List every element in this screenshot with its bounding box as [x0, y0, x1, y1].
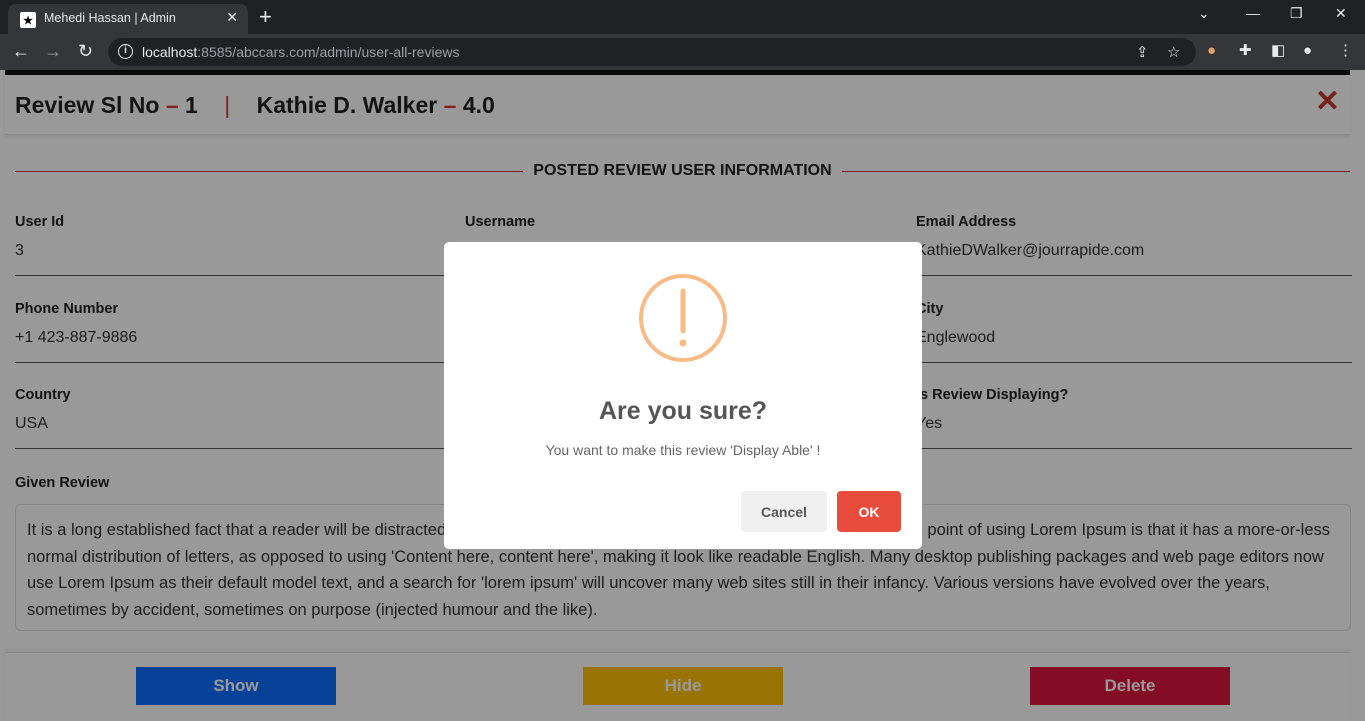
window-close-button[interactable]: ✕: [1335, 5, 1347, 22]
browser-tab[interactable]: ★ Mehedi Hassan | Admin ✕: [8, 4, 248, 34]
new-tab-button[interactable]: +: [259, 4, 272, 30]
tab-title: Mehedi Hassan | Admin: [44, 11, 176, 25]
minimize-button[interactable]: —: [1246, 5, 1260, 21]
forward-icon[interactable]: →: [44, 41, 62, 61]
ok-button[interactable]: OK: [837, 491, 901, 532]
dialog-title: Are you sure?: [598, 397, 768, 425]
warning-icon: [639, 274, 727, 362]
dialog-message: You want to make this review 'Display Ab…: [545, 442, 821, 458]
url-text[interactable]: localhost:8585/abccars.com/admin/user-al…: [142, 44, 459, 60]
restore-button[interactable]: ❐: [1290, 5, 1303, 22]
reload-icon[interactable]: ↻: [78, 41, 93, 61]
share-icon[interactable]: ⇪: [1136, 43, 1149, 61]
profile-icon[interactable]: ●: [1303, 42, 1312, 60]
address-bar[interactable]: i localhost:8585/abccars.com/admin/user-…: [108, 38, 1196, 66]
side-panel-icon[interactable]: ◧: [1271, 42, 1285, 60]
browser-menu-icon[interactable]: ⋮: [1338, 42, 1353, 60]
page-viewport: Review Sl No – 1 | Kathie D. Walker – 4.…: [0, 70, 1365, 721]
back-icon[interactable]: ←: [12, 41, 30, 61]
browser-tab-bar: ★ Mehedi Hassan | Admin ✕ + ⌄ — ❐ ✕: [0, 0, 1365, 34]
cookie-extension-icon[interactable]: ●: [1207, 42, 1216, 60]
site-info-icon[interactable]: i: [118, 44, 133, 59]
confirm-dialog: Are you sure? You want to make this revi…: [444, 242, 922, 549]
tab-close-icon[interactable]: ✕: [226, 9, 238, 26]
tab-search-icon[interactable]: ⌄: [1198, 5, 1210, 22]
bookmark-star-icon[interactable]: ☆: [1167, 43, 1180, 61]
site-favicon-icon: ★: [20, 12, 36, 28]
browser-toolbar: ← → ↻ i localhost:8585/abccars.com/admin…: [0, 34, 1365, 70]
cancel-button[interactable]: Cancel: [741, 491, 827, 532]
extensions-puzzle-icon[interactable]: ✚: [1239, 42, 1252, 60]
